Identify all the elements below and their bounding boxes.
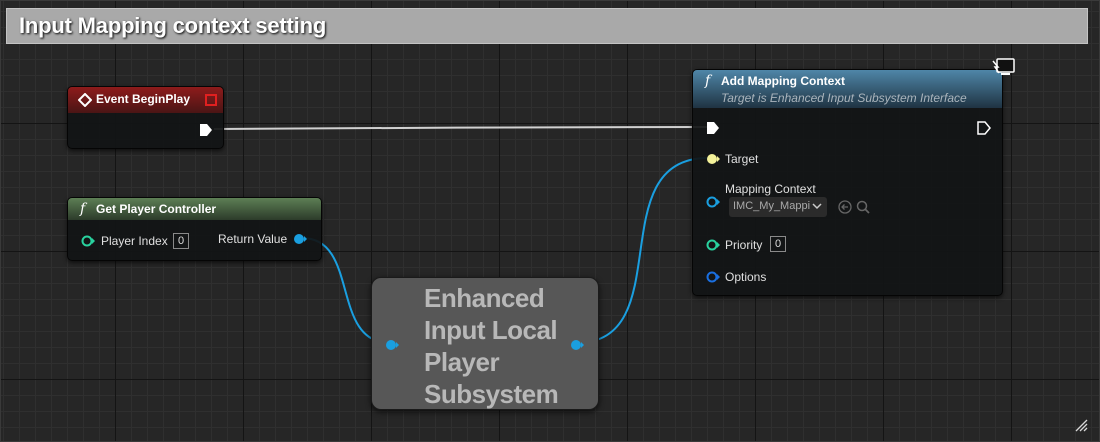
event-beginplay-node[interactable]: Event BeginPlay (67, 86, 224, 149)
exec-out-pin[interactable] (199, 123, 213, 137)
return-value-label: Return Value (218, 232, 288, 246)
resize-grip-icon[interactable] (1074, 418, 1088, 437)
function-icon: f (80, 201, 86, 217)
return-value-pin[interactable] (293, 233, 307, 248)
add-mapping-context-title: Add Mapping Context (721, 74, 845, 88)
comment-box[interactable]: Input Mapping context setting (6, 8, 1088, 44)
add-mapping-context-header[interactable]: f Add Mapping Context Target is Enhanced… (693, 70, 1002, 108)
subsystem-title: Enhanced Input Local Player Subsystem (424, 283, 559, 409)
add-mapping-context-node[interactable]: f Add Mapping Context Target is Enhanced… (692, 69, 1003, 296)
exec-out-pin[interactable] (977, 121, 991, 135)
priority-label: Priority (725, 238, 763, 252)
comment-title[interactable]: Input Mapping context setting (19, 13, 326, 39)
priority-pin[interactable] (706, 239, 720, 254)
mapping-context-label: Mapping Context (725, 182, 816, 196)
mapping-context-pin[interactable] (706, 196, 720, 211)
subsystem-in-pin[interactable] (385, 338, 399, 356)
get-player-controller-title: Get Player Controller (96, 202, 217, 216)
browse-asset-icon[interactable] (855, 199, 871, 218)
player-index-value[interactable]: 0 (173, 233, 189, 249)
options-pin[interactable] (706, 271, 720, 286)
target-label: Target (725, 152, 759, 166)
player-index-label: Player Index (101, 234, 168, 248)
enhanced-input-subsystem-node[interactable]: Enhanced Input Local Player Subsystem (371, 277, 599, 410)
get-player-controller-header[interactable]: f Get Player Controller (68, 198, 321, 220)
exec-in-pin[interactable] (706, 121, 720, 135)
event-icon (77, 92, 93, 108)
client-only-icon (990, 57, 1016, 84)
target-pin[interactable] (706, 153, 720, 168)
add-mapping-context-subtitle: Target is Enhanced Input Subsystem Inter… (721, 91, 967, 105)
mapping-context-dropdown[interactable]: IMC_My_Mappi (729, 197, 827, 217)
use-selected-asset-icon[interactable] (837, 199, 853, 218)
get-player-controller-node[interactable]: f Get Player Controller Player Index 0 R… (67, 197, 322, 261)
function-icon: f (705, 73, 711, 89)
mapping-context-value: IMC_My_Mappi (733, 200, 811, 212)
event-title: Event BeginPlay (96, 92, 191, 106)
options-label: Options (725, 270, 767, 284)
priority-value[interactable]: 0 (770, 236, 786, 252)
exec-wire (213, 126, 709, 130)
event-node-header[interactable]: Event BeginPlay (68, 87, 223, 113)
delegate-pin-icon[interactable] (205, 94, 217, 106)
chevron-down-icon (811, 200, 823, 215)
player-index-pin[interactable] (81, 235, 95, 250)
subsystem-out-pin[interactable] (570, 338, 584, 356)
